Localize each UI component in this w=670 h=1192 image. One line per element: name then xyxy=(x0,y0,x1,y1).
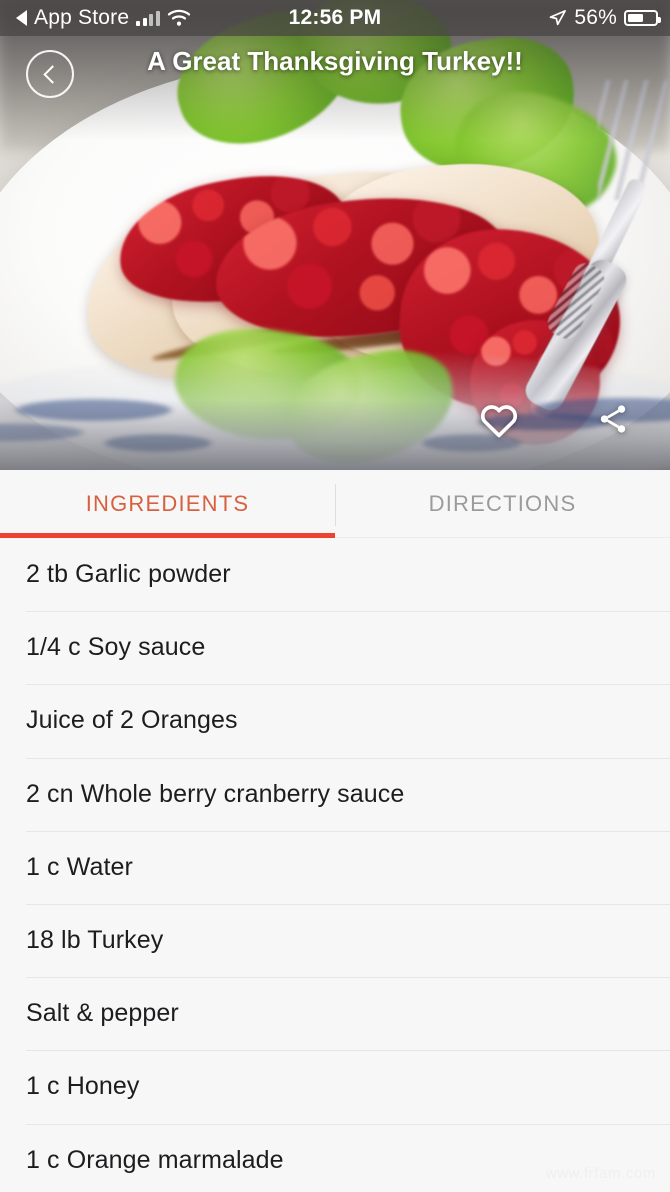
tab-ingredients[interactable]: INGREDIENTS xyxy=(0,470,335,537)
ingredient-label: 2 tb Garlic powder xyxy=(26,560,231,589)
ingredient-label: Salt & pepper xyxy=(26,999,179,1028)
tab-divider xyxy=(335,484,336,526)
ingredient-row[interactable]: 2 cn Whole berry cranberry sauce xyxy=(0,757,670,831)
ingredient-label: 1 c Honey xyxy=(26,1072,140,1101)
ingredient-row[interactable]: Salt & pepper xyxy=(0,977,670,1050)
favorite-button[interactable] xyxy=(476,396,522,442)
site-watermark: www.frfam.com xyxy=(545,1165,656,1182)
hero-action-bar xyxy=(34,396,636,442)
back-triangle-icon xyxy=(16,10,27,26)
share-icon xyxy=(600,405,626,433)
ingredient-label: 1/4 c Soy sauce xyxy=(26,633,206,662)
page-title: A Great Thanksgiving Turkey!! xyxy=(147,46,523,76)
tab-ingredients-label: INGREDIENTS xyxy=(85,490,250,516)
ingredient-label: Juice of 2 Oranges xyxy=(26,706,238,735)
back-button[interactable] xyxy=(26,50,74,98)
tab-directions-label: DIRECTIONS xyxy=(428,490,577,516)
ingredient-row[interactable]: 18 lb Turkey xyxy=(0,903,670,977)
ingredient-label: 1 c Water xyxy=(26,852,133,881)
ingredient-row[interactable]: 1/4 c Soy sauce xyxy=(0,611,670,684)
ingredient-label: 18 lb Turkey xyxy=(26,926,164,955)
status-bar-left[interactable]: App Store xyxy=(0,6,191,30)
recipe-hero-image: A Great Thanksgiving Turkey!! xyxy=(0,0,670,470)
battery-icon xyxy=(624,10,661,26)
share-button[interactable] xyxy=(590,396,636,442)
ingredient-row[interactable]: 1 c Water xyxy=(0,830,670,904)
heart-icon xyxy=(481,405,517,438)
ingredient-label: 2 cn Whole berry cranberry sauce xyxy=(26,779,405,808)
location-arrow-icon xyxy=(549,9,567,25)
ingredient-label: 1 c Orange marmalade xyxy=(26,1145,284,1174)
ingredient-row[interactable]: 1 c Honey xyxy=(0,1050,670,1123)
chevron-left-icon xyxy=(42,64,62,84)
status-bar: App Store 12:56 PM 56% xyxy=(0,0,670,36)
ingredients-list[interactable]: 2 tb Garlic powder 1/4 c Soy sauce Juice o… xyxy=(0,538,670,1192)
battery-percent-label: 56% xyxy=(574,6,617,29)
wifi-icon xyxy=(167,9,190,26)
ingredient-row[interactable]: Juice of 2 Oranges xyxy=(0,684,670,757)
tab-directions[interactable]: DIRECTIONS xyxy=(335,470,670,537)
signal-bars-icon xyxy=(136,10,160,26)
back-app-label: App Store xyxy=(34,6,130,29)
active-tab-indicator xyxy=(0,533,335,538)
ingredient-row[interactable]: 2 tb Garlic powder xyxy=(0,538,670,611)
status-bar-right: 56% xyxy=(548,6,670,30)
recipe-detail-screen: A Great Thanksgiving Turkey!! App Store … xyxy=(0,0,670,1192)
